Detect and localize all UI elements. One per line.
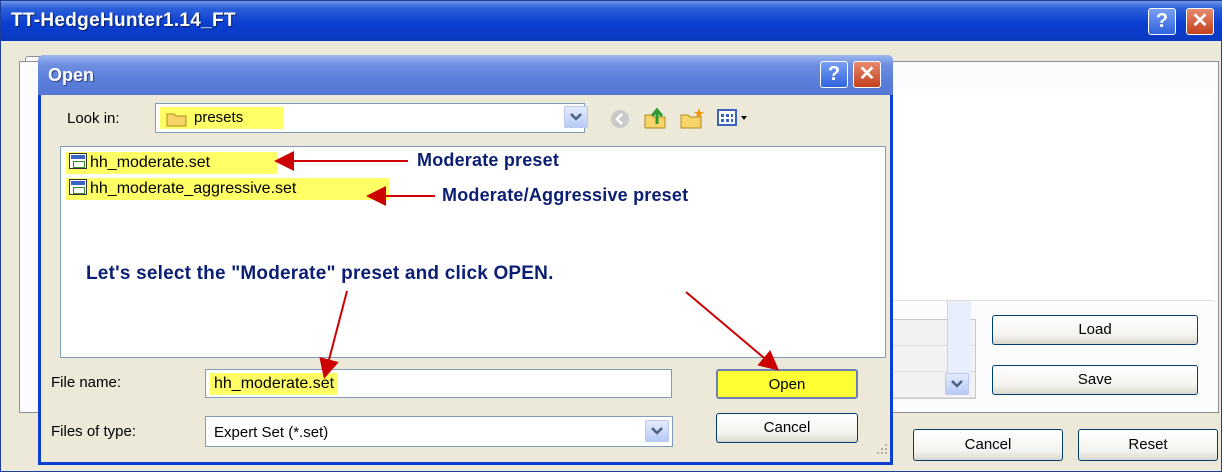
- annotation-arrows: [274, 151, 780, 379]
- arrow-to-open-button: [685, 291, 780, 371]
- arrow-to-file-name: [319, 290, 348, 379]
